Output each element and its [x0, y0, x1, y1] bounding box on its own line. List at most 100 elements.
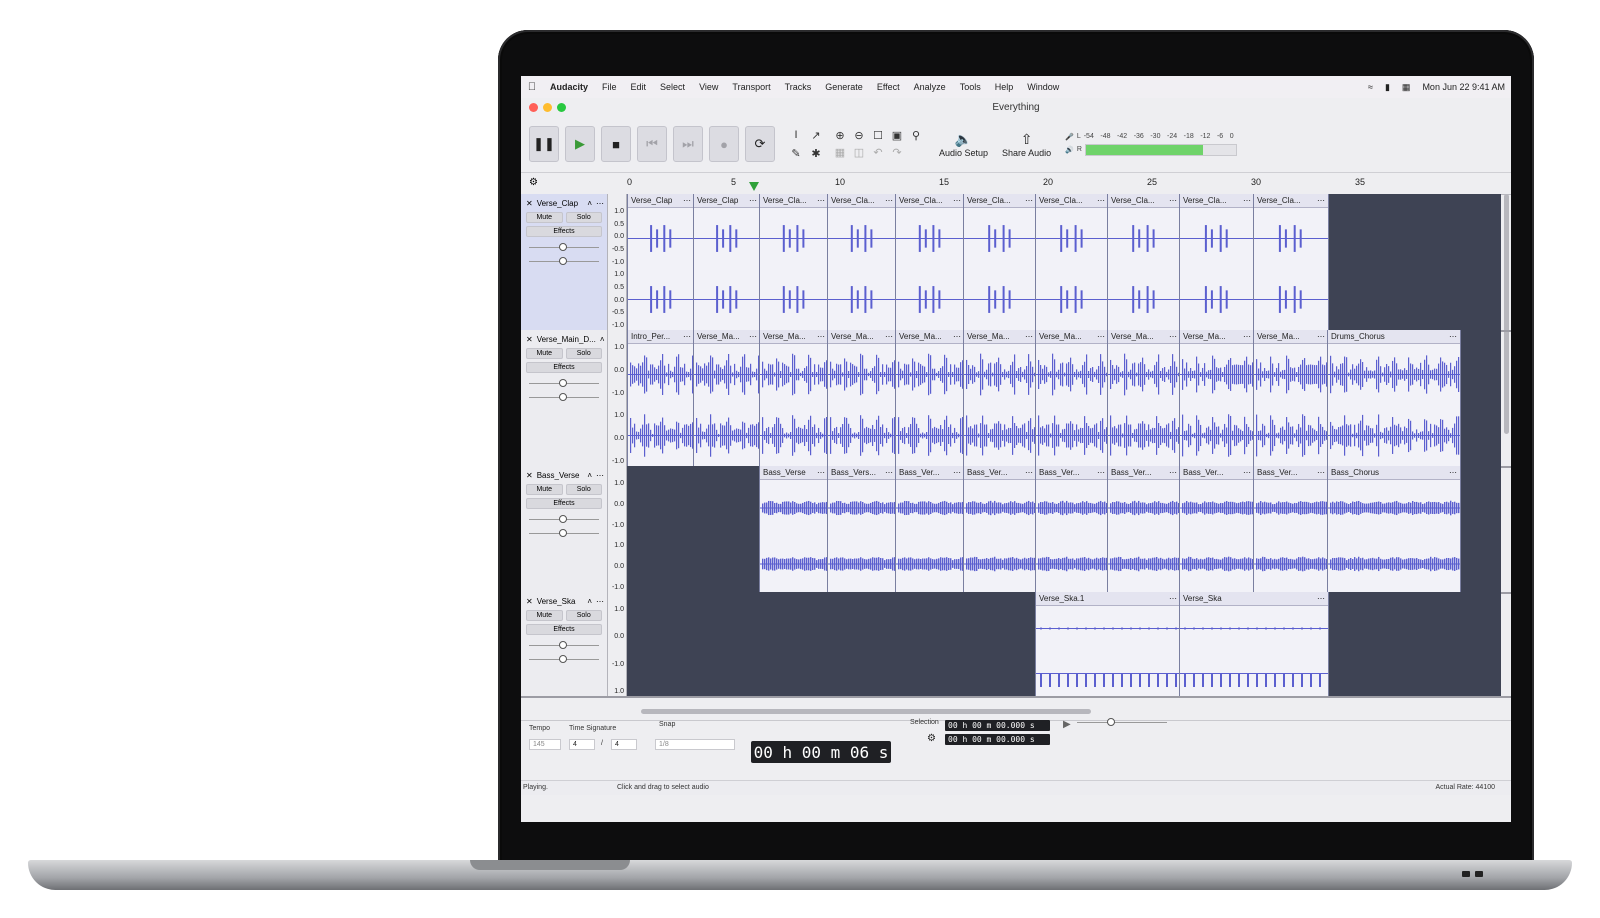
clip-header[interactable]: Verse_Cla... ⋯: [1180, 194, 1254, 208]
clip-header[interactable]: Verse_Cla... ⋯: [828, 194, 896, 208]
clip-header[interactable]: Verse_Ma... ⋯: [760, 330, 828, 344]
silence-icon[interactable]: ◫: [850, 145, 868, 161]
menu-view[interactable]: View: [699, 82, 718, 92]
vertical-scale[interactable]: 1.0 0.5 0.0 -0.5 -1.0 1.0 0.5 0.0 -0.5 -1.0: [608, 194, 627, 330]
audio-clip[interactable]: Verse_Clap ⋯: [627, 194, 695, 330]
pan-slider[interactable]: [529, 257, 599, 265]
control-center-icon[interactable]: ▦: [1402, 82, 1411, 93]
collapse-track-icon[interactable]: ˄: [587, 471, 592, 480]
clip-header[interactable]: Verse_Ma... ⋯: [828, 330, 896, 344]
audio-clip[interactable]: Verse_Ska.1 ⋯: [1035, 592, 1181, 696]
clip-header[interactable]: Bass_Ver... ⋯: [964, 466, 1036, 480]
clip-header[interactable]: Bass_Vers... ⋯: [828, 466, 896, 480]
clip-name[interactable]: Bass_Ver...: [1039, 468, 1079, 477]
pan-slider[interactable]: [529, 393, 599, 401]
track-name[interactable]: Verse_Main_D...: [537, 335, 596, 344]
menu-effect[interactable]: Effect: [877, 82, 900, 92]
gain-slider[interactable]: [529, 379, 599, 387]
clip-name[interactable]: Verse_Cla...: [1183, 196, 1227, 205]
track-header[interactable]: ✕ Verse_Clap ˄ ⋯ Mute Solo Effects: [521, 194, 608, 330]
clip-name[interactable]: Verse_Ma...: [1111, 332, 1154, 341]
clip-name[interactable]: Verse_Cla...: [967, 196, 1011, 205]
clip-name[interactable]: Verse_Ma...: [1257, 332, 1300, 341]
track-menu-icon[interactable]: ⋯: [596, 471, 607, 480]
audio-clip[interactable]: Bass_Ver... ⋯: [1107, 466, 1181, 592]
track-name[interactable]: Verse_Ska: [537, 597, 576, 606]
waveform[interactable]: [1036, 480, 1108, 592]
clip-header[interactable]: Verse_Ma... ⋯: [1180, 330, 1254, 344]
audio-clip[interactable]: Verse_Ma... ⋯: [827, 330, 897, 466]
clip-menu-icon[interactable]: ⋯: [1317, 196, 1328, 205]
gain-slider[interactable]: [529, 641, 599, 649]
track-menu-icon[interactable]: ⋯: [596, 199, 607, 208]
mute-button[interactable]: Mute: [526, 610, 563, 621]
clip-header[interactable]: Bass_Ver... ⋯: [1180, 466, 1254, 480]
clip-name[interactable]: Bass_Chorus: [1331, 468, 1379, 477]
waveform[interactable]: [1036, 606, 1180, 696]
clip-name[interactable]: Bass_Ver...: [1257, 468, 1297, 477]
menu-transport[interactable]: Transport: [732, 82, 770, 92]
audio-clip[interactable]: Verse_Ma... ⋯: [963, 330, 1037, 466]
waveform[interactable]: [964, 480, 1036, 592]
clip-header[interactable]: Bass_Ver... ⋯: [1108, 466, 1180, 480]
clip-name[interactable]: Verse_Ma...: [1039, 332, 1082, 341]
clip-name[interactable]: Bass_Ver...: [1111, 468, 1151, 477]
clip-header[interactable]: Verse_Ma... ⋯: [1254, 330, 1328, 344]
audio-clip[interactable]: Bass_Ver... ⋯: [1253, 466, 1329, 592]
menu-tracks[interactable]: Tracks: [785, 82, 812, 92]
clip-header[interactable]: Bass_Ver... ⋯: [1036, 466, 1108, 480]
skip-end-button[interactable]: ⏭: [673, 126, 703, 162]
pan-slider[interactable]: [529, 655, 599, 663]
effects-button[interactable]: Effects: [526, 624, 602, 635]
clip-header[interactable]: Verse_Cla... ⋯: [896, 194, 964, 208]
solo-button[interactable]: Solo: [565, 348, 602, 359]
clip-header[interactable]: Bass_Ver... ⋯: [896, 466, 964, 480]
clip-header[interactable]: Verse_Ma... ⋯: [964, 330, 1036, 344]
track-lane[interactable]: Bass_Verse ⋯ Bass_Vers... ⋯ Bass_Ver... ⋯ Bass…: [627, 466, 1501, 592]
clip-name[interactable]: Verse_Ska.1: [1039, 594, 1084, 603]
audio-clip[interactable]: Verse_Cla... ⋯: [827, 194, 897, 330]
audio-clip[interactable]: Verse_Ma... ⋯: [1179, 330, 1255, 466]
track-header[interactable]: ✕Verse_Main_D...˄⋯MuteSoloEffects: [521, 330, 617, 466]
selection-end[interactable]: 00 h 00 m 00.000 s: [945, 734, 1050, 745]
track[interactable]: ✕ Bass_Verse ˄ ⋯ Mute Solo Effects 1.0 0.0 -1.0 1.…: [521, 466, 1511, 594]
track-lane[interactable]: Verse_Clap ⋯ Verse_Clap ⋯ Verse_Cla... ⋯ Verse…: [627, 194, 1501, 330]
solo-button[interactable]: Solo: [565, 484, 602, 495]
waveform[interactable]: [1328, 480, 1460, 592]
waveform[interactable]: [964, 344, 1036, 466]
app-menu[interactable]: Audacity: [550, 82, 588, 92]
clip-header[interactable]: Verse_Clap ⋯: [628, 194, 694, 208]
clip-name[interactable]: Intro_Per...: [631, 332, 670, 341]
clip-name[interactable]: Verse_Clap: [631, 196, 672, 205]
menu-edit[interactable]: Edit: [631, 82, 647, 92]
wifi-icon[interactable]: ≈: [1368, 82, 1373, 92]
audio-clip[interactable]: Bass_Verse ⋯: [759, 466, 829, 592]
close-track-icon[interactable]: ✕: [526, 199, 533, 208]
waveform[interactable]: [628, 344, 694, 466]
clip-name[interactable]: Verse_Ma...: [899, 332, 942, 341]
waveform[interactable]: [1180, 606, 1328, 696]
skip-start-button[interactable]: ⏮: [637, 126, 667, 162]
waveform[interactable]: [828, 480, 896, 592]
collapse-track-icon[interactable]: ˄: [587, 199, 592, 208]
clip-header[interactable]: Drums_Chorus ⋯: [1328, 330, 1460, 344]
waveform[interactable]: [828, 344, 896, 466]
waveform[interactable]: [1108, 480, 1180, 592]
clip-name[interactable]: Verse_Ska: [1183, 594, 1222, 603]
record-button[interactable]: ●: [709, 126, 739, 162]
waveform[interactable]: [964, 208, 1036, 330]
collapse-track-icon[interactable]: ˄: [600, 335, 605, 344]
gain-slider[interactable]: [529, 243, 599, 251]
clip-name[interactable]: Verse_Cla...: [1039, 196, 1083, 205]
audio-clip[interactable]: Verse_Ma... ⋯: [759, 330, 829, 466]
pan-slider[interactable]: [529, 529, 599, 537]
audio-clip[interactable]: Verse_Ma... ⋯: [693, 330, 761, 466]
zoom-in-icon[interactable]: ⊕: [831, 128, 849, 144]
audio-clip[interactable]: Verse_Cla... ⋯: [895, 194, 965, 330]
menu-select[interactable]: Select: [660, 82, 685, 92]
collapse-track-icon[interactable]: ˄: [587, 597, 592, 606]
tempo-input[interactable]: 145: [529, 739, 561, 750]
clip-name[interactable]: Verse_Ma...: [831, 332, 874, 341]
envelope-tool-icon[interactable]: ↗: [807, 127, 825, 143]
battery-icon[interactable]: ▮: [1385, 82, 1390, 93]
